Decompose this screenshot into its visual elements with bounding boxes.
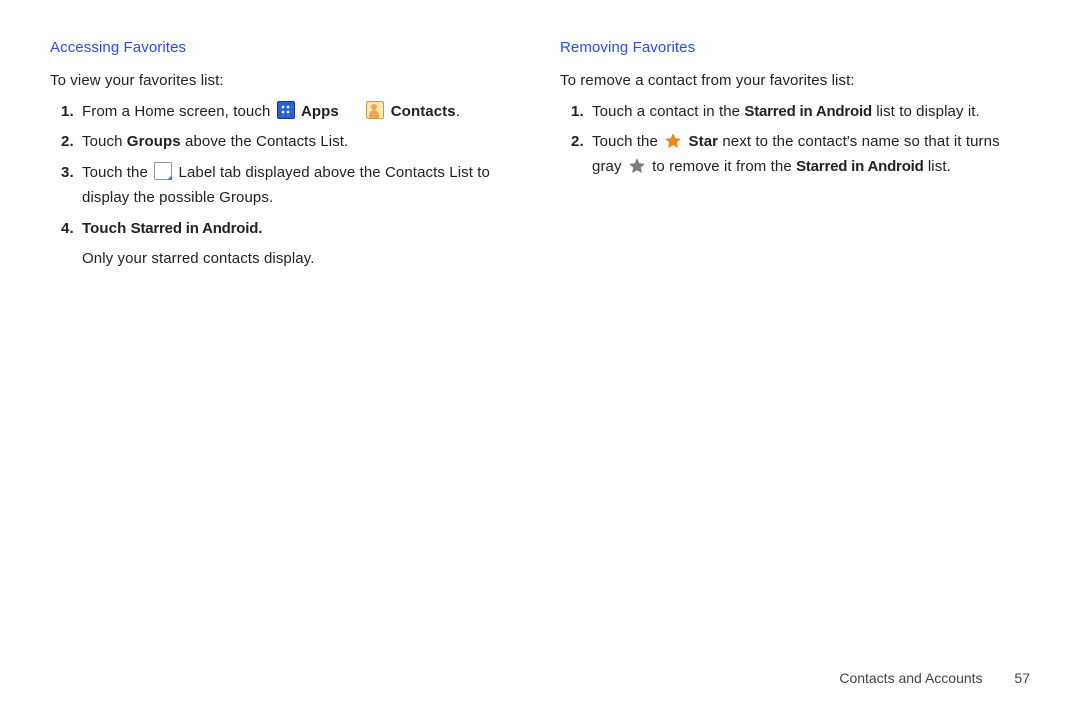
accessing-favorites-heading: Accessing Favorites [50, 36, 520, 61]
step-2-a: Touch [82, 133, 127, 150]
manual-page: Accessing Favorites To view your favorit… [0, 0, 1080, 720]
accessing-steps: From a Home screen, touch Apps Contacts.… [50, 100, 520, 273]
left-column: Accessing Favorites To view your favorit… [50, 36, 520, 278]
star-gray-icon [628, 157, 646, 175]
r-step-2-star-label: Star [689, 133, 719, 150]
contacts-avatar-icon [366, 101, 384, 119]
step-3: Touch the Label tab displayed above the … [78, 161, 520, 211]
step-1-text-a: From a Home screen, touch [82, 103, 275, 120]
step-4-sub: Only your starred contacts display. [82, 247, 520, 272]
right-column: Removing Favorites To remove a contact f… [560, 36, 1030, 278]
r-step-2-d: to remove it from the [652, 158, 796, 175]
star-orange-icon [664, 132, 682, 150]
two-column-layout: Accessing Favorites To view your favorit… [50, 36, 1030, 278]
footer-page-number: 57 [1014, 670, 1030, 686]
r-step-2-starred2: Starred in Android [796, 158, 924, 175]
r-step-1-c: list to display it. [872, 103, 980, 120]
footer-section: Contacts and Accounts [839, 670, 982, 686]
page-footer: Contacts and Accounts 57 [839, 670, 1030, 686]
step-4-period: . [258, 220, 262, 237]
label-tab-icon [154, 162, 172, 180]
r-step-1-starred: Starred in Android [744, 103, 872, 120]
removing-steps: Touch a contact in the Starred in Androi… [560, 100, 1030, 180]
step-1: From a Home screen, touch Apps Contacts. [78, 100, 520, 125]
r-step-2: Touch the Star next to the contact's nam… [588, 130, 1030, 180]
step-1-apps-label: Apps [301, 103, 339, 120]
apps-grid-icon [277, 101, 295, 119]
removing-favorites-heading: Removing Favorites [560, 36, 1030, 61]
step-4-starred: Starred in Android [131, 220, 259, 237]
r-step-2-a: Touch the [592, 133, 662, 150]
step-2: Touch Groups above the Contacts List. [78, 130, 520, 155]
removing-intro: To remove a contact from your favorites … [560, 69, 1030, 94]
step-2-groups: Groups [127, 133, 181, 150]
step-4-lead: Touch [82, 220, 131, 237]
step-4: Touch Starred in Android. Only your star… [78, 217, 520, 273]
step-2-c: above the Contacts List. [181, 133, 349, 150]
r-step-1: Touch a contact in the Starred in Androi… [588, 100, 1030, 125]
step-3-a: Touch the [82, 164, 152, 181]
accessing-intro: To view your favorites list: [50, 69, 520, 94]
step-1-contacts-label: Contacts [391, 103, 456, 120]
r-step-2-f: list. [924, 158, 951, 175]
step-1-period: . [456, 103, 460, 120]
r-step-1-a: Touch a contact in the [592, 103, 744, 120]
